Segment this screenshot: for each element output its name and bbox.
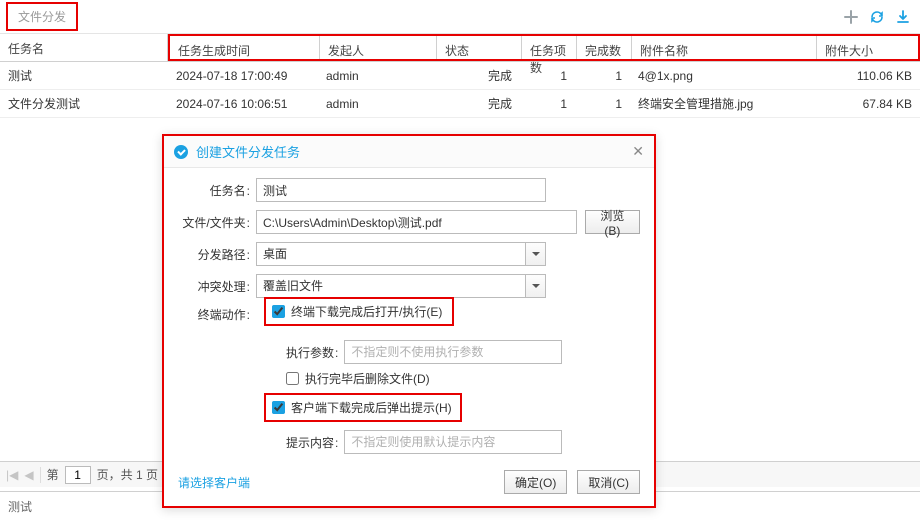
- delete-after-label: 执行完毕后删除文件(D): [305, 370, 430, 387]
- tab-file-distribution[interactable]: 文件分发: [6, 2, 78, 31]
- select-clients-link[interactable]: 请选择客户端: [178, 474, 250, 491]
- popup-content-row: 提示内容: [178, 430, 640, 454]
- col-header-name[interactable]: 任务名: [0, 34, 168, 61]
- cell-file: 4@1x.png: [630, 63, 815, 89]
- table-row[interactable]: 测试 2024-07-18 17:00:49 admin 完成 1 1 4@1x…: [0, 62, 920, 90]
- cell-user: admin: [318, 63, 435, 89]
- cell-time: 2024-07-16 10:06:51: [168, 91, 318, 117]
- dialog-title: 创建文件分发任务: [196, 142, 300, 161]
- popup-label: 客户端下载完成后弹出提示(H): [291, 399, 452, 416]
- label-task-name: 任务名: [178, 182, 256, 199]
- popup-content-input[interactable]: [344, 430, 562, 454]
- pager-first-icon[interactable]: |◀: [6, 468, 18, 482]
- col-header-file[interactable]: 附件名称: [632, 36, 817, 59]
- dialog-footer: 请选择客户端 确定(O) 取消(C): [164, 462, 654, 506]
- col-header-items[interactable]: 任务项数: [522, 36, 577, 59]
- pager-suffix: 页，共 1 页: [97, 466, 158, 483]
- chevron-down-icon[interactable]: [525, 243, 545, 265]
- cell-status: 完成: [435, 89, 520, 118]
- cell-done: 1: [575, 63, 630, 89]
- dist-path-value: 桌面: [256, 242, 546, 266]
- cell-size: 67.84 KB: [815, 91, 920, 117]
- table-header: 任务名 任务生成时间 发起人 状态 任务项数 完成数 附件名称 附件大小: [0, 34, 920, 62]
- chevron-down-icon[interactable]: [525, 275, 545, 297]
- cell-name: 文件分发测试: [0, 89, 168, 118]
- exec-args-input[interactable]: [344, 340, 562, 364]
- cell-items: 1: [520, 91, 575, 117]
- table-row[interactable]: 文件分发测试 2024-07-16 10:06:51 admin 完成 1 1 …: [0, 90, 920, 118]
- delete-after-row: 执行完毕后删除文件(D): [178, 370, 640, 387]
- dialog-titlebar[interactable]: 创建文件分发任务 ✕: [164, 136, 654, 168]
- browse-button[interactable]: 浏览(B): [585, 210, 640, 234]
- label-dist-path: 分发路径: [178, 246, 256, 263]
- add-button[interactable]: [840, 6, 862, 28]
- conflict-value: 覆盖旧文件: [256, 274, 546, 298]
- pager-page-input[interactable]: [65, 466, 91, 484]
- ok-button[interactable]: 确定(O): [504, 470, 567, 494]
- delete-after-checkbox[interactable]: [286, 372, 299, 385]
- dist-path-select[interactable]: 桌面: [256, 242, 546, 266]
- header-highlight-group: 任务生成时间 发起人 状态 任务项数 完成数 附件名称 附件大小: [168, 34, 920, 61]
- refresh-button[interactable]: [866, 6, 888, 28]
- cell-status: 完成: [435, 61, 520, 90]
- cell-time: 2024-07-18 17:00:49: [168, 63, 318, 89]
- cell-done: 1: [575, 91, 630, 117]
- cell-file: 终端安全管理措施.jpg: [630, 89, 815, 118]
- plus-icon: [843, 9, 859, 25]
- file-path-input[interactable]: [256, 210, 577, 234]
- col-header-status[interactable]: 状态: [437, 36, 522, 59]
- top-toolbar: 文件分发: [0, 0, 920, 34]
- cell-name: 测试: [0, 61, 168, 90]
- pager-prev-icon[interactable]: ◀: [24, 468, 33, 482]
- label-file: 文件/文件夹: [178, 214, 256, 231]
- exec-args-row: 执行参数: [178, 340, 640, 364]
- open-after-label: 终端下载完成后打开/执行(E): [291, 303, 442, 320]
- download-button[interactable]: [892, 6, 914, 28]
- conflict-select[interactable]: 覆盖旧文件: [256, 274, 546, 298]
- open-after-checkbox[interactable]: [272, 305, 285, 318]
- label-exec-args: 执行参数: [286, 344, 338, 361]
- close-icon[interactable]: ✕: [632, 143, 644, 160]
- pager-prefix: 第: [47, 466, 59, 483]
- cell-user: admin: [318, 91, 435, 117]
- cell-size: 110.06 KB: [815, 63, 920, 89]
- cancel-button[interactable]: 取消(C): [577, 470, 640, 494]
- popup-highlight: 客户端下载完成后弹出提示(H): [264, 393, 462, 422]
- open-after-highlight: 终端下载完成后打开/执行(E): [264, 297, 454, 326]
- popup-checkbox[interactable]: [272, 401, 285, 414]
- label-conflict: 冲突处理: [178, 278, 256, 295]
- task-name-input[interactable]: [256, 178, 546, 202]
- col-header-done[interactable]: 完成数: [577, 36, 632, 59]
- check-icon: [174, 145, 188, 159]
- refresh-icon: [869, 9, 885, 25]
- col-header-size[interactable]: 附件大小: [817, 36, 918, 59]
- download-icon: [895, 9, 911, 25]
- create-task-dialog: 创建文件分发任务 ✕ 任务名 文件/文件夹 浏览(B) 分发路径 桌面 冲突处理: [162, 134, 656, 508]
- col-header-time[interactable]: 任务生成时间: [170, 36, 320, 59]
- col-header-user[interactable]: 发起人: [320, 36, 437, 59]
- cell-items: 1: [520, 63, 575, 89]
- label-term-action: 终端动作: [178, 306, 256, 323]
- label-popup-content: 提示内容: [286, 434, 338, 451]
